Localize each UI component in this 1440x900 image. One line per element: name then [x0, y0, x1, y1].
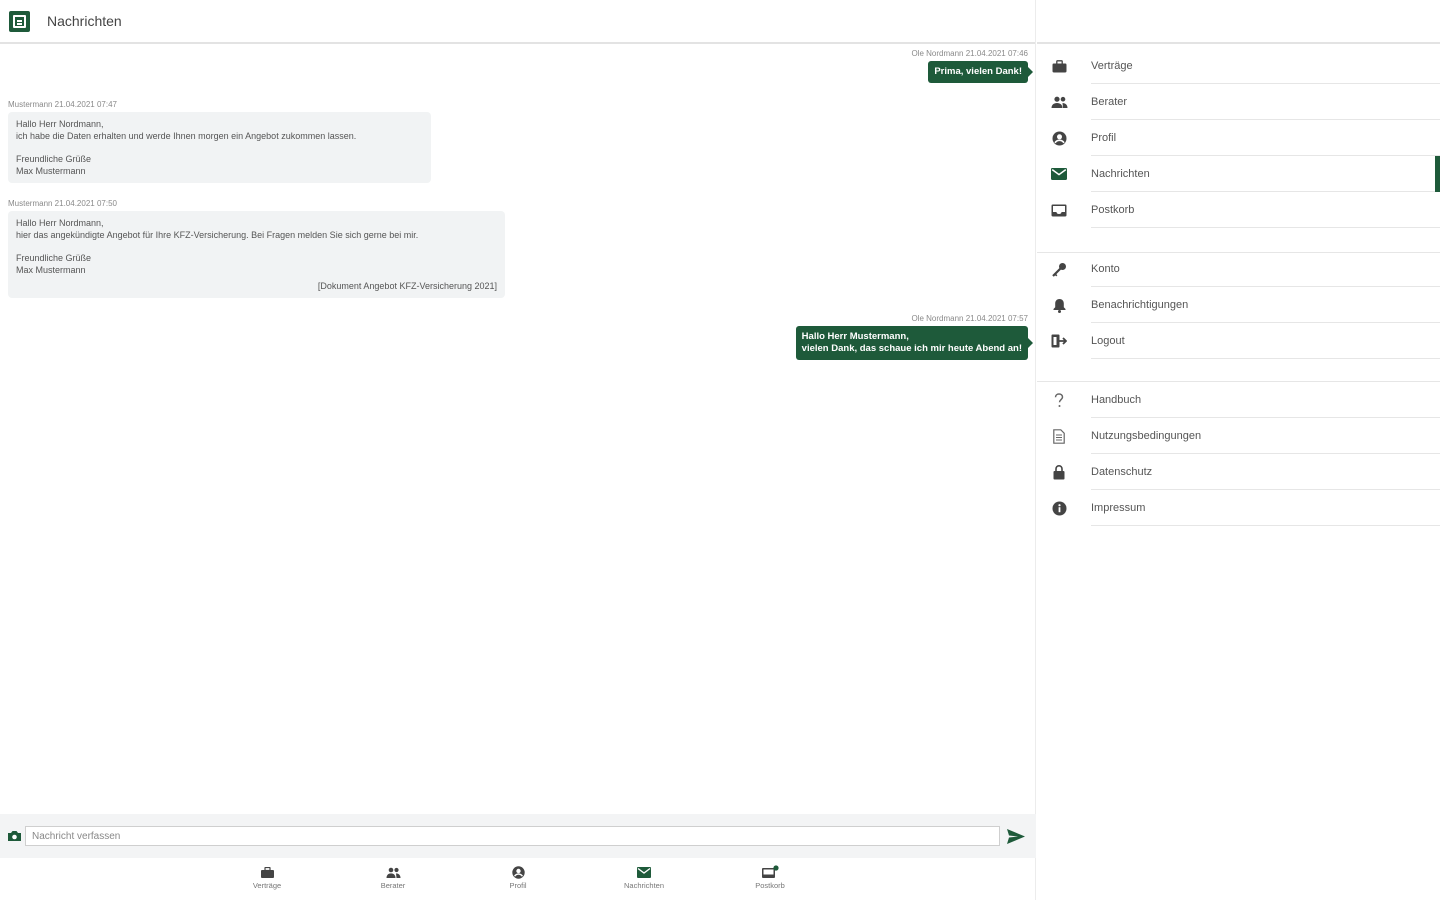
message-input[interactable]	[25, 826, 1000, 846]
message-signature-line: Max Mustermann	[16, 166, 86, 176]
menu-group-account: Konto Benachrichtigungen Logout	[1037, 251, 1440, 359]
bottom-nav-berater[interactable]: Berater	[353, 864, 433, 890]
message-meta: Ole Nordmann 21.04.2021 07:46	[911, 49, 1028, 58]
message-bubble[interactable]: Hallo Herr Mustermann, vielen Dank, das …	[795, 326, 1034, 360]
menu-item-nachrichten[interactable]: Nachrichten	[1037, 156, 1440, 192]
page-title: Nachrichten	[47, 13, 122, 29]
logout-icon	[1037, 334, 1081, 348]
menu-item-nutzungsbedingungen[interactable]: Nutzungsbedingungen	[1037, 418, 1440, 454]
menu-item-label: Logout	[1091, 323, 1440, 359]
message-signature-line: Freundliche Grüße	[16, 253, 92, 263]
menu-item-logout[interactable]: Logout	[1037, 323, 1440, 359]
inbox-icon	[1037, 204, 1081, 217]
menu-item-vertraege[interactable]: Verträge	[1037, 48, 1440, 84]
attachment-link[interactable]: [Dokument Angebot KFZ-Versicherung 2021]	[16, 280, 497, 292]
people-icon	[1037, 96, 1081, 108]
bell-icon	[1037, 298, 1081, 313]
message-bubble[interactable]: Hallo Herr Nordmann, ich habe die Daten …	[8, 112, 431, 183]
message-meta: Mustermann 21.04.2021 07:47	[8, 100, 117, 109]
info-icon	[1037, 501, 1081, 516]
briefcase-icon	[1037, 59, 1081, 73]
help-icon	[1037, 392, 1081, 408]
menu-item-postkorb[interactable]: Postkorb	[1037, 192, 1440, 228]
bottom-nav-postkorb[interactable]: Postkorb	[730, 864, 810, 890]
mail-icon	[1037, 168, 1081, 180]
message-incoming: Mustermann 21.04.2021 07:47 Hallo Herr N…	[8, 100, 431, 183]
message-line: Hallo Herr Nordmann,	[16, 119, 104, 129]
account-icon	[478, 864, 558, 880]
message-outgoing: Ole Nordmann 21.04.2021 07:46 Prima, vie…	[911, 49, 1033, 83]
message-outgoing: Ole Nordmann 21.04.2021 07:57 Hallo Herr…	[795, 314, 1034, 360]
key-icon	[1037, 262, 1081, 277]
menu-item-benachrichtigungen[interactable]: Benachrichtigungen	[1037, 287, 1440, 323]
briefcase-icon	[227, 864, 307, 880]
menu-item-label: Postkorb	[1091, 192, 1440, 228]
message-bubble[interactable]: Hallo Herr Nordmann, hier das angekündig…	[8, 211, 505, 298]
inbox-icon	[730, 864, 810, 880]
lock-icon	[1037, 464, 1081, 480]
menu-group-main: Verträge Berater Profil Nachrichten Post…	[1037, 48, 1440, 228]
people-icon	[353, 864, 433, 880]
message-line: Hallo Herr Nordmann,	[16, 218, 104, 228]
bottom-nav-label: Berater	[380, 881, 406, 890]
message-signature-line: Freundliche Grüße	[16, 154, 92, 164]
bottom-nav-label: Postkorb	[755, 881, 785, 890]
menu-item-datenschutz[interactable]: Datenschutz	[1037, 454, 1440, 490]
menu-item-label: Nachrichten	[1091, 156, 1440, 192]
message-signature-line: Max Mustermann	[16, 265, 86, 275]
menu-item-handbuch[interactable]: Handbuch	[1037, 382, 1440, 418]
document-icon	[1037, 428, 1081, 444]
menu-item-label: Datenschutz	[1091, 454, 1440, 490]
menu-item-label: Profil	[1091, 120, 1440, 156]
message-bubble[interactable]: Prima, vielen Dank!	[928, 61, 1033, 83]
menu-group-info: Handbuch Nutzungsbedingungen Datenschutz…	[1037, 382, 1440, 526]
menu-item-profil[interactable]: Profil	[1037, 120, 1440, 156]
menu-item-label: Berater	[1091, 84, 1440, 120]
menu-item-label: Handbuch	[1091, 382, 1440, 418]
message-meta: Ole Nordmann 21.04.2021 07:57	[911, 314, 1028, 323]
menu-item-konto[interactable]: Konto	[1037, 251, 1440, 287]
side-menu-header	[1037, 0, 1440, 44]
app: Nachrichten Ole Nordmann 21.04.2021 07:4…	[0, 0, 1440, 900]
menu-item-berater[interactable]: Berater	[1037, 84, 1440, 120]
menu-item-label: Impressum	[1091, 490, 1440, 526]
bottom-nav-label: Nachrichten	[623, 881, 665, 890]
message-line: Prima, vielen Dank!	[934, 66, 1022, 77]
bottom-nav-vertraege[interactable]: Verträge	[227, 864, 307, 890]
message-line: vielen Dank, das schaue ich mir heute Ab…	[801, 343, 1022, 354]
message-meta: Mustermann 21.04.2021 07:50	[8, 199, 117, 208]
message-line: hier das angekündigte Angebot für Ihre K…	[16, 230, 419, 240]
chat-panel: Nachrichten Ole Nordmann 21.04.2021 07:4…	[0, 0, 1036, 900]
menu-item-label: Nutzungsbedingungen	[1091, 418, 1440, 454]
message-incoming: Mustermann 21.04.2021 07:50 Hallo Herr N…	[8, 199, 505, 298]
app-logo[interactable]	[9, 10, 30, 32]
bottom-nav-profil[interactable]: Profil	[478, 864, 558, 890]
message-line: Hallo Herr Mustermann,	[801, 331, 909, 342]
menu-item-label: Benachrichtigungen	[1091, 287, 1440, 323]
bottom-navigation: Verträge Berater Profil Nachrichten Post…	[0, 858, 1036, 900]
side-menu: Verträge Berater Profil Nachrichten Post…	[1037, 0, 1440, 900]
menu-item-label: Verträge	[1091, 48, 1440, 84]
send-icon[interactable]	[1007, 827, 1025, 845]
message-list[interactable]: Ole Nordmann 21.04.2021 07:46 Prima, vie…	[0, 46, 1036, 814]
bottom-nav-label: Verträge	[252, 881, 282, 890]
menu-item-label: Konto	[1091, 251, 1440, 287]
bottom-nav-nachrichten[interactable]: Nachrichten	[604, 864, 684, 890]
camera-icon[interactable]	[5, 830, 23, 842]
message-line: ich habe die Daten erhalten und werde Ih…	[16, 131, 357, 141]
mail-icon	[604, 864, 684, 880]
menu-item-impressum[interactable]: Impressum	[1037, 490, 1440, 526]
account-icon	[1037, 131, 1081, 146]
top-bar: Nachrichten	[0, 0, 1035, 44]
message-composer	[0, 814, 1036, 858]
bottom-nav-label: Profil	[509, 881, 527, 890]
